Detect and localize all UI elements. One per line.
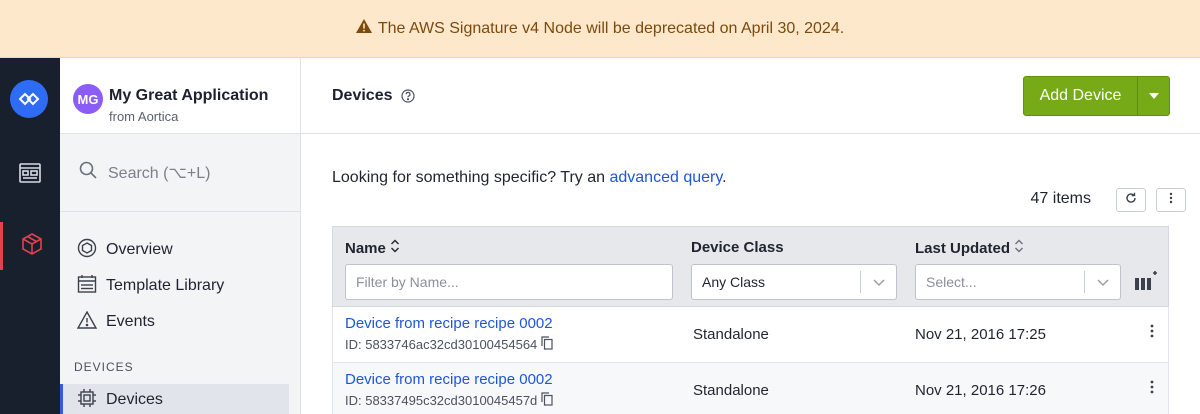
help-icon[interactable] [400,88,415,103]
search-placeholder: Search (⌥+L) [108,164,211,182]
sidebar-item-events[interactable]: Events [60,304,300,340]
overview-icon [77,238,106,263]
sidebar-item-devices[interactable]: Devices [60,384,289,414]
refresh-button[interactable] [1116,188,1146,212]
column-label: Device Class [691,239,784,256]
main-content: Devices Add Device Looking for something… [301,58,1200,414]
sidebar-item-label: Events [106,313,155,330]
page-title: Devices [332,86,393,104]
kebab-icon [1169,191,1173,209]
device-class-value: Any Class [702,274,766,290]
avatar: MG [73,84,103,114]
column-header-name[interactable]: Name [345,239,400,257]
select-divider [860,271,861,293]
sort-icon [386,239,400,257]
chevron-down-icon[interactable] [872,275,886,292]
deprecation-banner: The AWS Signature v4 Node will be deprec… [0,0,1200,58]
refresh-icon [1125,191,1137,209]
column-label: Last Updated [915,239,1011,257]
sidebar-item-label: Devices [106,391,163,408]
device-link[interactable]: Device from recipe recipe 0002 [345,315,553,332]
application-name: My Great Application [109,87,269,104]
table-row[interactable]: Device from recipe recipe 0002 ID: 58337… [332,363,1169,414]
add-device-button[interactable]: Add Device [1023,76,1170,116]
device-name-cell: Device from recipe recipe 0002 ID: 58337… [345,371,553,409]
hint-suffix: . [722,169,727,186]
sidebar-section-label: DEVICES [74,360,134,374]
sidebar-search[interactable]: Search (⌥+L) [60,134,300,212]
table-row[interactable]: Device from recipe recipe 0002 ID: 58337… [332,307,1169,363]
sidebar-item-template-library[interactable]: Template Library [60,268,300,304]
device-name-cell: Device from recipe recipe 0002 ID: 58337… [345,315,553,353]
organization-name: from Aortica [109,109,179,124]
warning-icon [355,19,378,38]
last-updated-cell: Nov 21, 2016 17:25 [915,326,1046,343]
device-class-cell: Standalone [693,326,769,343]
copy-icon[interactable] [537,392,553,409]
chevron-down-icon[interactable] [1138,77,1169,115]
device-id: ID: 5833746ac32cd30100454564 [345,336,553,353]
table-header: Name Device Class Last Updated Filter by… [332,226,1169,307]
template-library-icon [77,274,106,299]
rail-devices-item[interactable] [0,222,60,270]
page-header: Devices Add Device [301,58,1200,134]
column-header-device-class: Device Class [691,239,784,256]
name-filter-placeholder: Filter by Name... [356,274,459,290]
sidebar-item-label: Template Library [106,277,225,294]
cube-icon [20,232,44,261]
more-options-button[interactable] [1156,188,1186,212]
items-count: 47 items [1030,190,1091,207]
column-header-last-updated[interactable]: Last Updated [915,239,1024,257]
sidebar-item-label: Overview [106,241,173,258]
last-updated-placeholder: Select... [926,274,977,290]
banner-text: The AWS Signature v4 Node will be deprec… [377,19,845,37]
last-updated-select[interactable]: Select... [915,264,1121,300]
secondary-sidebar: MG My Great Application from Aortica Sea… [60,58,301,414]
chevron-down-icon[interactable] [1096,275,1110,292]
row-menu-icon[interactable] [1150,324,1154,343]
logo-icon[interactable] [10,80,48,118]
device-id: ID: 58337495c32cd3010045457d [345,392,553,409]
sort-icon [1010,239,1024,257]
search-icon [78,160,108,185]
device-id-text: ID: 5833746ac32cd30100454564 [345,337,538,352]
device-id-text: ID: 58337495c32cd3010045457d [345,393,538,408]
device-link[interactable]: Device from recipe recipe 0002 [345,371,553,388]
hint-text: Looking for something specific? Try an [332,169,610,186]
icon-rail [0,58,60,414]
column-settings-icon[interactable] [1134,269,1158,296]
add-device-label[interactable]: Add Device [1024,77,1138,115]
rail-dashboard-item[interactable] [0,151,60,199]
sidebar-nav: Overview Template Library Events DEVICES… [60,212,300,414]
query-hint: Looking for something specific? Try an a… [332,166,732,190]
column-label: Name [345,239,386,257]
row-menu-icon[interactable] [1150,380,1154,399]
chip-icon [77,388,106,413]
device-class-cell: Standalone [693,382,769,399]
last-updated-cell: Nov 21, 2016 17:26 [915,382,1046,399]
select-divider [1084,271,1085,293]
sidebar-item-overview[interactable]: Overview [60,232,300,268]
events-icon [76,310,106,335]
device-class-select[interactable]: Any Class [691,264,897,300]
copy-icon[interactable] [537,336,553,353]
dashboard-icon [18,161,42,190]
application-header[interactable]: MG My Great Application from Aortica [60,58,300,134]
advanced-query-link[interactable]: advanced query [609,169,722,186]
devices-table: Name Device Class Last Updated Filter by… [332,226,1169,414]
name-filter-input[interactable]: Filter by Name... [345,264,673,300]
